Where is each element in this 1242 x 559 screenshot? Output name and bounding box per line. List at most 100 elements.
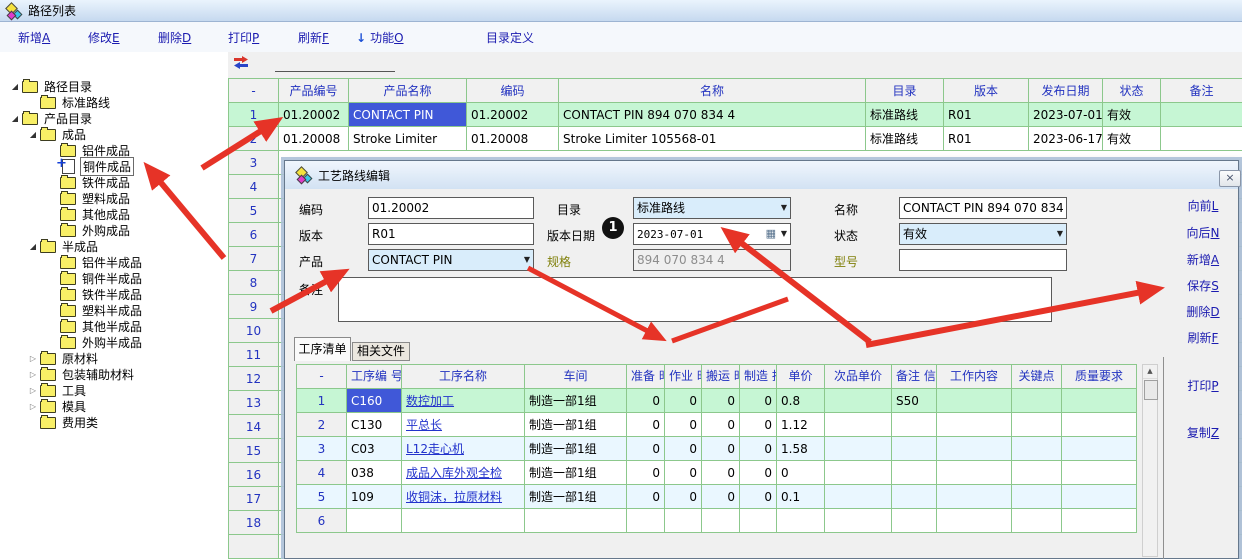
cell[interactable] xyxy=(825,413,892,437)
cell[interactable] xyxy=(347,509,402,533)
cell[interactable]: 0 xyxy=(740,413,777,437)
cell[interactable]: C130 xyxy=(347,413,402,437)
tree-item-label[interactable]: 工具 xyxy=(62,382,86,399)
tree-item-raw-material[interactable]: ▷原材料 xyxy=(0,350,228,366)
tree-item-label[interactable]: 铝件半成品 xyxy=(82,254,142,271)
tab-process-list[interactable]: 工序清单 xyxy=(294,337,351,361)
cell[interactable]: 制造一部1组 xyxy=(525,437,627,461)
col-header[interactable]: 编码 xyxy=(467,79,559,103)
col-header[interactable]: 产品名称 xyxy=(349,79,467,103)
col-header[interactable]: 版本 xyxy=(944,79,1029,103)
function-button[interactable]: ↓功能O xyxy=(356,29,404,46)
cell[interactable]: C03 xyxy=(347,437,402,461)
cell[interactable]: 01.20002 xyxy=(467,103,559,127)
cell[interactable]: 制造一部1组 xyxy=(525,461,627,485)
cell[interactable] xyxy=(1062,461,1137,485)
cell[interactable]: 01.20002 xyxy=(279,103,349,127)
cell[interactable] xyxy=(702,509,740,533)
tree-item-purchased-finished[interactable]: 外购成品 xyxy=(0,222,228,238)
cell[interactable]: 制造一部1组 xyxy=(525,413,627,437)
product-select[interactable]: CONTACT PIN▼ xyxy=(368,249,534,271)
col-header[interactable]: 备注 xyxy=(1161,79,1242,103)
delete-button[interactable]: 删除D xyxy=(1172,303,1234,320)
cell[interactable] xyxy=(937,509,1012,533)
cell[interactable]: R01 xyxy=(944,103,1029,127)
table-row[interactable]: 6 xyxy=(297,509,1137,533)
tree-item-tools[interactable]: ▷工具 xyxy=(0,382,228,398)
cell[interactable]: 0 xyxy=(777,461,825,485)
cell[interactable]: Stroke Limiter 105568-01 xyxy=(559,127,866,151)
cell[interactable]: 0 xyxy=(665,389,702,413)
cell[interactable] xyxy=(937,413,1012,437)
tree-item-label[interactable]: 铁件成品 xyxy=(82,174,130,191)
col-header[interactable]: - xyxy=(229,79,279,103)
row-number[interactable]: 6 xyxy=(229,223,279,247)
cell[interactable]: 0.1 xyxy=(777,485,825,509)
tree-item-label[interactable]: 铝件成品 xyxy=(82,142,130,159)
expander-icon[interactable]: ◢ xyxy=(26,242,40,251)
tree-item-copper-semi[interactable]: 铜件半成品 xyxy=(0,270,228,286)
row-number[interactable] xyxy=(229,535,279,559)
tree-item-label[interactable]: 铜件成品 xyxy=(81,158,133,175)
cell[interactable]: Stroke Limiter xyxy=(349,127,467,151)
tree-item-label[interactable]: 外购成品 xyxy=(82,222,130,239)
cell[interactable]: 0 xyxy=(665,437,702,461)
cell[interactable]: 01.20008 xyxy=(467,127,559,151)
tree-item-iron-semi[interactable]: 铁件半成品 xyxy=(0,286,228,302)
tree-item-copper-finished[interactable]: 铜件成品 xyxy=(0,158,228,174)
cell[interactable]: 0 xyxy=(702,485,740,509)
cell[interactable] xyxy=(825,437,892,461)
chevron-down-icon[interactable]: ▼ xyxy=(781,198,787,218)
cell[interactable] xyxy=(892,461,937,485)
cell[interactable]: 0 xyxy=(627,413,665,437)
cell[interactable]: 0 xyxy=(665,413,702,437)
cell[interactable] xyxy=(1012,437,1062,461)
row-number[interactable]: 2 xyxy=(229,127,279,151)
version-date-field[interactable]: 2023-07-01▦▼ xyxy=(633,223,791,245)
tree-item-purchased-semi[interactable]: 外购半成品 xyxy=(0,334,228,350)
col-header[interactable]: 备注 信息 xyxy=(892,365,937,389)
cell[interactable]: 标准路线 xyxy=(866,127,944,151)
expander-icon[interactable]: ▷ xyxy=(26,354,40,363)
tree-item-label[interactable]: 塑料成品 xyxy=(82,190,130,207)
cell[interactable] xyxy=(1161,127,1242,151)
tree-item-label[interactable]: 模具 xyxy=(62,398,86,415)
status-select[interactable]: 有效▼ xyxy=(899,223,1067,245)
row-number[interactable]: 4 xyxy=(229,175,279,199)
code-field[interactable]: 01.20002 xyxy=(368,197,534,219)
cell[interactable]: 0 xyxy=(665,485,702,509)
cell[interactable]: 1.58 xyxy=(777,437,825,461)
tree-item-semi-finished[interactable]: ◢半成品 xyxy=(0,238,228,254)
refresh-button[interactable]: 刷新F xyxy=(1172,329,1234,346)
save-button[interactable]: 保存S xyxy=(1172,277,1234,294)
col-header[interactable]: 工作内容 xyxy=(937,365,1012,389)
op-name-link[interactable]: 收铜沫，拉原材料 xyxy=(402,485,525,509)
tree-item-label[interactable]: 其他成品 xyxy=(82,206,130,223)
swap-columns-icon[interactable] xyxy=(232,56,250,74)
row-number[interactable]: 18 xyxy=(229,511,279,535)
cell[interactable] xyxy=(1161,103,1242,127)
col-header[interactable]: 发布日期 xyxy=(1029,79,1103,103)
cell[interactable] xyxy=(892,485,937,509)
table-row[interactable]: 3 C03 L12走心机 制造一部1组 0 0 0 0 1.58 xyxy=(297,437,1137,461)
cell[interactable]: 0 xyxy=(702,389,740,413)
col-header[interactable]: 关键点 xyxy=(1012,365,1062,389)
tree-item-expense[interactable]: 费用类 xyxy=(0,414,228,430)
col-header[interactable]: 工序编 号 xyxy=(347,365,402,389)
cell[interactable] xyxy=(627,509,665,533)
col-header[interactable]: - xyxy=(297,365,347,389)
row-number[interactable]: 11 xyxy=(229,343,279,367)
expander-icon[interactable]: ◢ xyxy=(8,114,22,123)
col-header[interactable]: 质量要求 xyxy=(1062,365,1137,389)
cell[interactable] xyxy=(937,389,1012,413)
op-name-link[interactable]: L12走心机 xyxy=(402,437,525,461)
table-row[interactable]: 5 109 收铜沫，拉原材料 制造一部1组 0 0 0 0 0.1 xyxy=(297,485,1137,509)
tree-item-molds[interactable]: ▷模具 xyxy=(0,398,228,414)
print-button[interactable]: 打印P xyxy=(228,29,259,46)
cell[interactable]: 2023-07-01 xyxy=(1029,103,1103,127)
tree-item-label[interactable]: 费用类 xyxy=(62,414,98,431)
cell[interactable] xyxy=(1012,389,1062,413)
row-number[interactable]: 4 xyxy=(297,461,347,485)
tree-item-other-finished[interactable]: 其他成品 xyxy=(0,206,228,222)
cell[interactable] xyxy=(892,413,937,437)
